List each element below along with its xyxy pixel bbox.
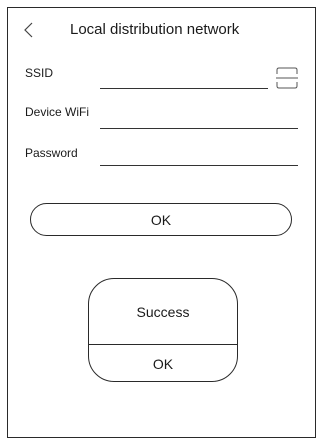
device-wifi-input[interactable] xyxy=(100,108,298,129)
phone-screen: Local distribution network SSID Device W… xyxy=(7,7,316,438)
password-label: Password xyxy=(25,146,78,160)
password-input[interactable] xyxy=(100,145,298,166)
scan-icon[interactable] xyxy=(276,67,298,89)
device-wifi-label: Device WiFi xyxy=(25,105,90,119)
chevron-left-icon[interactable] xyxy=(22,21,38,39)
ssid-label: SSID xyxy=(25,66,54,80)
success-dialog: Success OK xyxy=(88,278,238,382)
ok-button[interactable]: OK xyxy=(30,203,292,236)
ssid-input[interactable] xyxy=(100,68,268,89)
header-bar: Local distribution network xyxy=(8,8,315,52)
dialog-message: Success xyxy=(136,303,190,320)
dialog-ok-button[interactable]: OK xyxy=(89,345,237,381)
page-title: Local distribution network xyxy=(70,21,240,38)
